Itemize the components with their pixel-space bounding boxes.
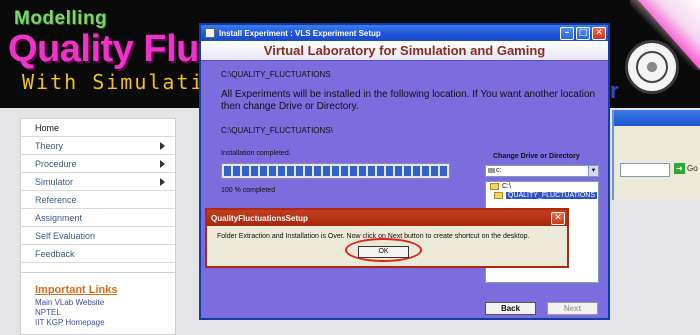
installer-title: Install Experiment : VLS Experiment Setu…: [219, 28, 381, 38]
install-progress-bar: [221, 163, 450, 179]
ok-button[interactable]: OK: [358, 246, 409, 258]
next-button[interactable]: Next: [547, 302, 598, 315]
link-main-vlab[interactable]: Main VLab Website: [35, 298, 175, 308]
dialog-title: QualityFluctuationsSetup: [211, 213, 308, 223]
important-links-panel: Important Links Main VLab Website NPTEL …: [20, 272, 176, 335]
sidebar-item-feedback[interactable]: Feedback: [21, 245, 175, 263]
directory-item-root[interactable]: C:\: [486, 182, 598, 191]
install-path-full: C:\QUALITY_FLUCTUATIONS\: [221, 126, 333, 135]
dialog-titlebar: QualityFluctuationsSetup ✕: [207, 210, 567, 226]
install-path-label: C:\QUALITY_FLUCTUATIONS: [221, 70, 331, 79]
submenu-arrow-icon: [160, 178, 165, 186]
folder-open-icon: [494, 192, 503, 199]
background-window-titlebar: [614, 110, 700, 126]
header-partial-text: r: [610, 78, 619, 103]
directory-label: QUALITY_FLUCTUATIONS: [506, 192, 597, 199]
background-address-field[interactable]: [620, 163, 670, 177]
back-button[interactable]: Back: [485, 302, 536, 315]
close-button[interactable]: ✕: [592, 26, 606, 40]
header-quality-text: Quality Fluc: [8, 28, 220, 70]
app-icon: [205, 28, 215, 38]
link-iitkgp[interactable]: IIT KGP Homepage: [35, 318, 175, 328]
sidebar-item-label: Simulator: [35, 177, 74, 187]
link-nptel[interactable]: NPTEL: [35, 308, 175, 318]
installer-header-title: Virtual Laboratory for Simulation and Ga…: [263, 43, 546, 58]
go-arrow-icon: ➜: [674, 163, 685, 174]
installer-window: Install Experiment : VLS Experiment Setu…: [199, 23, 610, 320]
install-location-message: All Experiments will be installed in the…: [221, 89, 596, 112]
sidebar-item-home[interactable]: Home: [21, 119, 175, 137]
installer-titlebar: Install Experiment : VLS Experiment Setu…: [201, 25, 608, 41]
dialog-close-button[interactable]: ✕: [551, 211, 565, 225]
go-button[interactable]: ➜ Go: [674, 163, 698, 174]
sidebar-item-label: Self Evaluation: [35, 231, 96, 241]
important-links-title: Important Links: [35, 284, 118, 296]
submenu-arrow-icon: [160, 142, 165, 150]
minimize-button[interactable]: –: [560, 26, 574, 40]
sidebar-item-self-evaluation[interactable]: Self Evaluation: [21, 227, 175, 245]
sidebar-item-reference[interactable]: Reference: [21, 191, 175, 209]
directory-item-selected[interactable]: QUALITY_FLUCTUATIONS: [486, 191, 598, 200]
drive-directory-label: Change Drive or Directory: [493, 153, 580, 160]
background-browser-window: ➜ Go: [612, 110, 700, 200]
drive-icon: [488, 168, 495, 173]
sidebar-item-assignment[interactable]: Assignment: [21, 209, 175, 227]
sidebar-item-label: Theory: [35, 141, 64, 151]
sidebar-item-procedure[interactable]: Procedure: [21, 155, 175, 173]
chevron-down-icon[interactable]: ▼: [588, 166, 598, 176]
sidebar-item-theory[interactable]: Theory: [21, 137, 175, 155]
maximize-button[interactable]: □: [576, 26, 590, 40]
completion-dialog: QualityFluctuationsSetup ✕ Folder Extrac…: [205, 208, 569, 268]
go-label: Go: [687, 164, 698, 173]
progress-fill: [224, 166, 447, 176]
install-status-text: Installation completed.: [221, 150, 291, 157]
directory-label: C:\: [502, 183, 511, 190]
percent-complete-text: 100 % completed: [221, 187, 276, 194]
installer-header-band: Virtual Laboratory for Simulation and Ga…: [201, 41, 608, 61]
sidebar-item-simulator[interactable]: Simulator: [21, 173, 175, 191]
institute-logo-icon: [625, 40, 679, 94]
folder-open-icon: [490, 183, 499, 190]
sidebar-item-label: Home: [35, 123, 60, 133]
sidebar-item-label: Feedback: [35, 249, 75, 259]
submenu-arrow-icon: [160, 160, 165, 168]
sidebar-item-label: Procedure: [35, 159, 77, 169]
sidebar-item-label: Assignment: [35, 213, 83, 223]
sidebar-item-label: Reference: [35, 195, 77, 205]
drive-select[interactable]: c: ▼: [485, 165, 599, 177]
header-modelling-text: Modelling: [14, 8, 108, 29]
sidebar-nav: Home Theory Procedure Simulator Referenc…: [20, 118, 176, 278]
drive-value: c:: [496, 167, 502, 174]
